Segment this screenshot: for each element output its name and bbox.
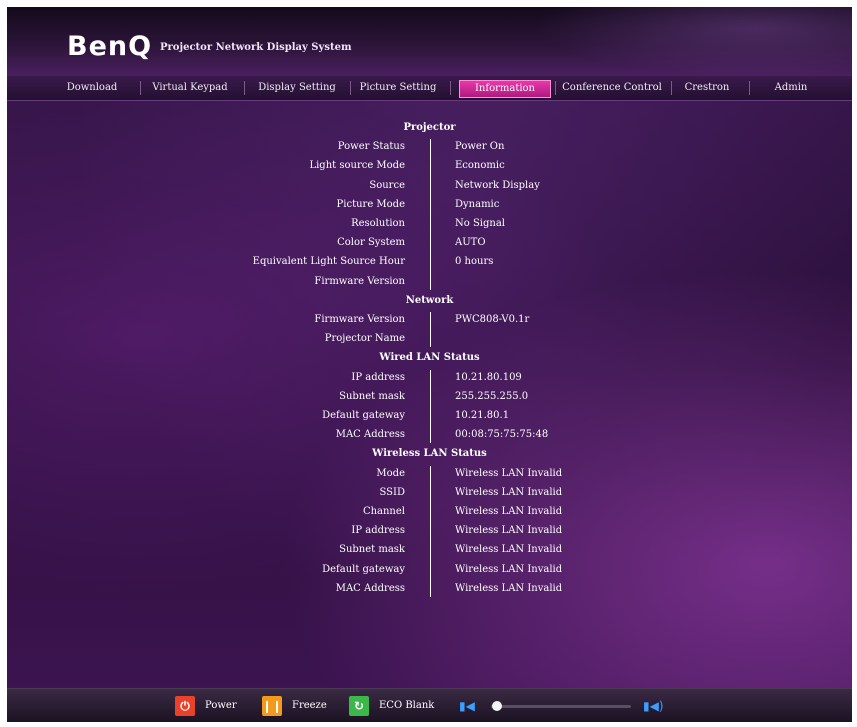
info-label: Equivalent Light Source Hour [252, 256, 405, 268]
info-label: Projector Name [324, 333, 405, 345]
info-label: Power Status [337, 141, 405, 153]
info-value: PWC808-V0.1r [455, 314, 530, 325]
section-title: Wired LAN Status [379, 352, 480, 364]
tab-divider [140, 81, 141, 95]
info-label: Mode [376, 467, 405, 479]
info-label: Firmware Version [314, 314, 405, 325]
tab-divider [243, 81, 245, 95]
info-label: Default gateway [322, 563, 405, 575]
tab-divider [349, 81, 351, 95]
header: BenQ Projector Network Display System [7, 7, 852, 76]
column-divider [430, 369, 431, 444]
info-value: AUTO [455, 237, 486, 249]
app-window: BenQ Projector Network Display System Do… [7, 7, 852, 722]
info-value: Economic [455, 160, 505, 172]
info-value: 0 hours [455, 256, 494, 268]
info-label: MAC Address [335, 429, 405, 441]
info-value: Dynamic [455, 198, 500, 210]
volume-slider-knob[interactable] [491, 701, 502, 711]
tab-admin[interactable]: Admin [761, 80, 821, 96]
info-value: Wireless LAN Invalid [455, 582, 563, 594]
tab-divider [670, 81, 672, 95]
info-value: Wireless LAN Invalid [455, 506, 563, 517]
tab-information[interactable]: Information [459, 80, 551, 98]
info-value: 00:08:75:75:75:48 [455, 429, 549, 441]
eco-blank-label: ECO Blank [379, 700, 435, 711]
info-value: Power On [455, 141, 505, 153]
tab-crestron[interactable]: Crestron [677, 80, 737, 96]
control-bar: ⏻ Power ❙❙ Freeze ↻ ECO Blank ▮◀ ▮◀) [7, 688, 852, 722]
section-title: Projector [403, 122, 456, 133]
info-value: Wireless LAN Invalid [455, 525, 563, 537]
tab-divider [450, 81, 451, 95]
info-label: Default gateway [322, 410, 405, 421]
tab-conference-control[interactable]: Conference Control [560, 80, 664, 96]
info-label: SSID [379, 486, 406, 498]
info-label: Light source Mode [309, 160, 405, 172]
info-label: Color System [337, 237, 405, 249]
power-label: Power [205, 700, 237, 711]
tab-picture-setting[interactable]: Picture Setting [355, 80, 441, 96]
info-label: Firmware Version [314, 275, 405, 287]
pause-icon: ❙❙ [262, 696, 282, 716]
tab-download[interactable]: Download [47, 80, 137, 96]
tab-divider [554, 81, 556, 95]
tab-bar: Download Virtual Keypad Display Setting Pic… [7, 76, 852, 101]
info-label: Picture Mode [336, 198, 405, 210]
info-label: Source [369, 179, 405, 191]
section-title: Wireless LAN Status [372, 448, 487, 460]
eco-icon: ↻ [349, 696, 369, 716]
info-label: Subnet mask [339, 390, 405, 402]
column-divider [430, 465, 431, 597]
info-value: Wireless LAN Invalid [455, 486, 563, 498]
info-label: MAC Address [335, 582, 405, 594]
freeze-label: Freeze [292, 700, 327, 711]
info-value: Wireless LAN Invalid [455, 467, 563, 479]
tab-virtual-keypad[interactable]: Virtual Keypad [143, 80, 237, 96]
info-label: Subnet mask [339, 544, 405, 556]
info-value: No Signal [455, 218, 505, 229]
tab-divider [749, 81, 750, 95]
power-icon: ⏻ [175, 696, 195, 716]
info-label: Resolution [351, 218, 405, 229]
volume-high-icon[interactable]: ▮◀) [643, 699, 664, 713]
info-label: IP address [351, 525, 405, 537]
info-value: Wireless LAN Invalid [455, 544, 563, 556]
info-value: 10.21.80.109 [455, 371, 522, 383]
benq-logo: BenQ [67, 31, 153, 62]
column-divider [430, 139, 431, 290]
app-title: Projector Network Display System [160, 42, 352, 53]
volume-slider[interactable] [491, 701, 631, 711]
info-label: Channel [362, 506, 405, 517]
information-panel: Projector Power Status Power On Light sourc… [7, 101, 852, 695]
volume-low-icon[interactable]: ▮◀ [459, 699, 475, 713]
tab-display-setting[interactable]: Display Setting [250, 80, 344, 96]
column-divider [430, 312, 431, 348]
info-value: 10.21.80.1 [455, 410, 510, 421]
info-label: IP address [351, 371, 405, 383]
info-value: Wireless LAN Invalid [455, 563, 563, 575]
info-value: Network Display [455, 179, 540, 191]
section-title: Network [405, 294, 454, 306]
info-value: 255.255.255.0 [455, 390, 529, 402]
